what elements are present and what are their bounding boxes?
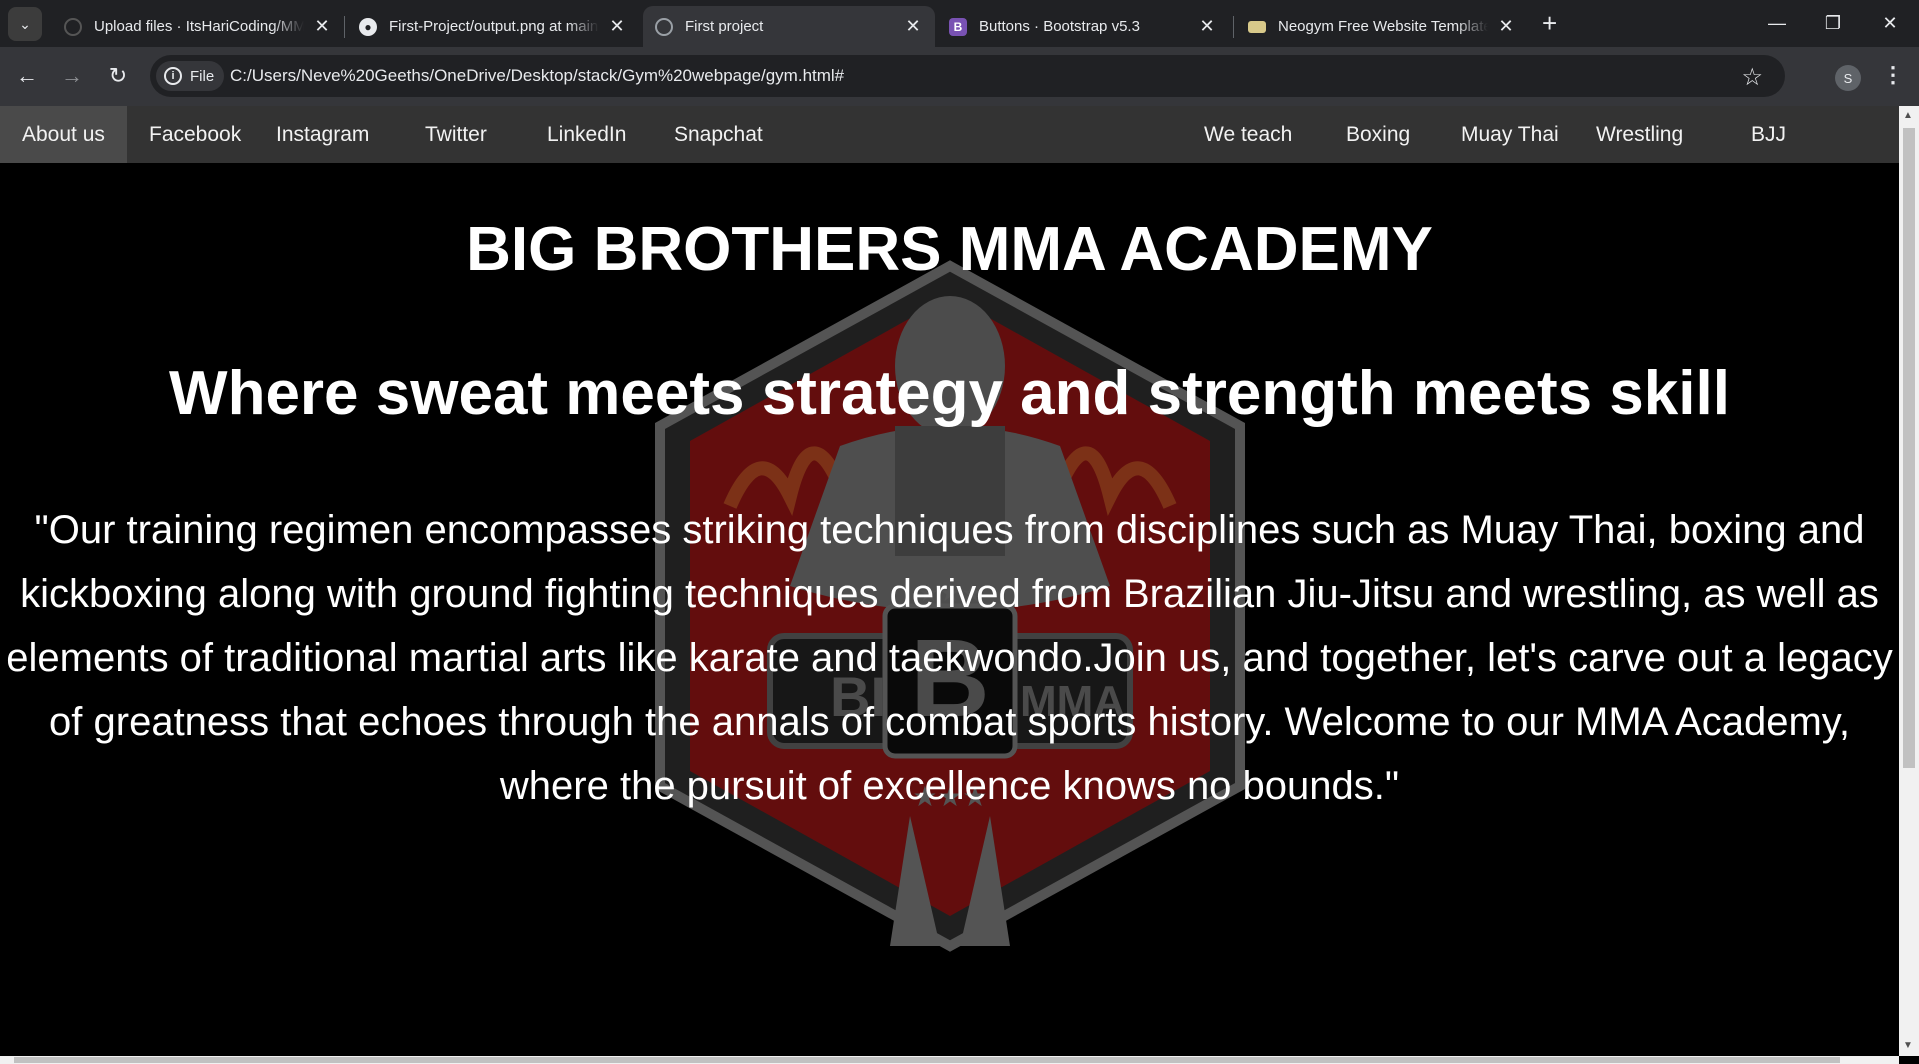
nav-boxing[interactable]: Boxing [1324, 106, 1432, 163]
bookmark-star-icon[interactable]: ☆ [1741, 63, 1763, 92]
scroll-down-icon[interactable]: ▼ [1903, 1040, 1913, 1051]
nav-about-us[interactable]: About us [0, 106, 127, 163]
github-icon [64, 17, 82, 36]
nav-facebook[interactable]: Facebook [127, 106, 263, 163]
tab-title: Upload files · ItsHariCoding/MMA [94, 18, 304, 35]
vertical-scrollbar[interactable]: ▲ ▼ [1899, 106, 1919, 1056]
globe-icon [655, 17, 673, 36]
browser-toolbar: ← → ↻ i File C:/Users/Neve%20Geeths/OneD… [0, 47, 1919, 106]
tab-bootstrap-buttons[interactable]: B Buttons · Bootstrap v5.3 ✕ [937, 6, 1229, 47]
nav-wrestling[interactable]: Wrestling [1574, 106, 1705, 163]
url-text[interactable]: C:/Users/Neve%20Geeths/OneDrive/Desktop/… [230, 66, 844, 86]
forward-icon[interactable]: → [57, 61, 87, 91]
nav-muay-thai[interactable]: Muay Thai [1439, 106, 1581, 163]
close-icon[interactable]: ✕ [1865, 6, 1915, 40]
nav-twitter[interactable]: Twitter [403, 106, 509, 163]
tab-close-icon[interactable]: ✕ [312, 16, 332, 37]
tab-neogym[interactable]: Neogym Free Website Template ✕ [1236, 6, 1528, 47]
tab-close-icon[interactable]: ✕ [1496, 16, 1516, 37]
scrollbar-thumb[interactable] [14, 1057, 1840, 1063]
tab-strip: ⌄ Upload files · ItsHariCoding/MMA ✕ ● F… [0, 0, 1919, 47]
page-subtitle: Where sweat meets strategy and strength … [169, 359, 1730, 428]
nav-bjj[interactable]: BJJ [1729, 106, 1808, 163]
tab-title: First-Project/output.png at main · ItsHa… [389, 18, 599, 35]
restore-icon[interactable]: ❐ [1808, 6, 1858, 40]
scroll-up-icon[interactable]: ▲ [1903, 110, 1913, 121]
bootstrap-icon: B [949, 17, 967, 36]
minimize-icon[interactable]: — [1752, 6, 1802, 40]
horizontal-scrollbar[interactable] [0, 1056, 1899, 1064]
tab-title: Buttons · Bootstrap v5.3 [979, 18, 1140, 35]
tab-divider [344, 16, 345, 38]
kebab-menu-icon[interactable]: ⋮ [1882, 60, 1904, 90]
tab-search-icon[interactable]: ⌄ [8, 7, 42, 41]
info-icon: i [164, 67, 182, 85]
tab-first-project[interactable]: First project ✕ [643, 6, 935, 47]
tab-first-project-output[interactable]: ● First-Project/output.png at main · Its… [347, 6, 639, 47]
site-info-chip[interactable]: i File [156, 61, 225, 91]
new-tab-icon[interactable]: + [1542, 8, 1557, 38]
page-title: BIG BROTHERS MMA ACADEMY [466, 215, 1433, 284]
tab-upload-files[interactable]: Upload files · ItsHariCoding/MMA ✕ [52, 6, 344, 47]
nav-instagram[interactable]: Instagram [254, 106, 391, 163]
site-info-label: File [190, 67, 215, 85]
tab-title: Neogym Free Website Template [1278, 18, 1488, 35]
reload-icon[interactable]: ↻ [103, 61, 133, 91]
nav-we-teach[interactable]: We teach [1182, 106, 1314, 163]
scrollbar-thumb[interactable] [1903, 128, 1915, 768]
template-icon [1248, 20, 1266, 33]
site-navbar: About us Facebook Instagram Twitter Link… [0, 106, 1899, 163]
nav-linkedin[interactable]: LinkedIn [525, 106, 648, 163]
nav-snapchat[interactable]: Snapchat [652, 106, 785, 163]
intro-paragraph: "Our training regimen encompasses striki… [6, 508, 1893, 808]
page-viewport: BIG MMA B ★★★ ★★★ About us Facebook Inst… [0, 106, 1899, 1056]
tab-divider [1233, 16, 1234, 38]
back-icon[interactable]: ← [12, 61, 42, 91]
address-bar[interactable]: i File C:/Users/Neve%20Geeths/OneDrive/D… [150, 55, 1785, 97]
profile-avatar[interactable]: S [1835, 65, 1861, 91]
github-icon: ● [359, 17, 377, 36]
tab-close-icon[interactable]: ✕ [607, 16, 627, 37]
tab-close-icon[interactable]: ✕ [903, 16, 923, 37]
tab-close-icon[interactable]: ✕ [1197, 16, 1217, 37]
tab-title: First project [685, 18, 764, 35]
